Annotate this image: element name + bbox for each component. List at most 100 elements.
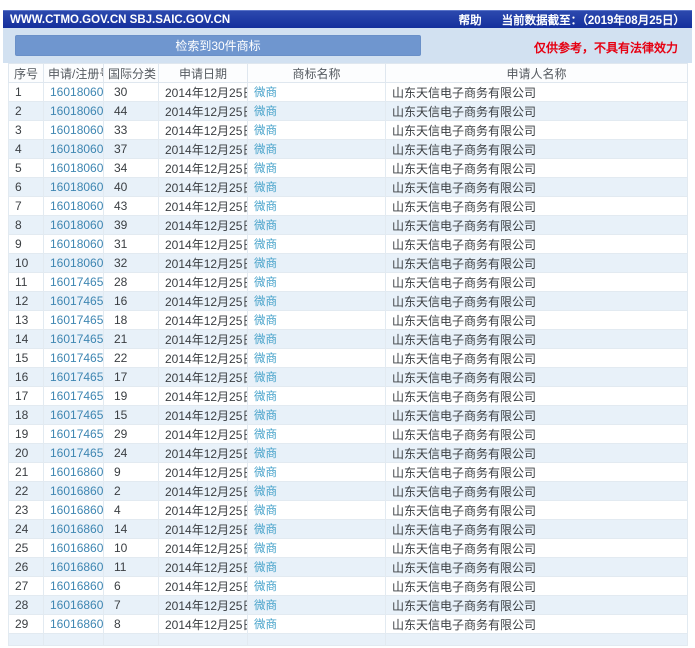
trademark-name-link[interactable]: 微商 (254, 144, 277, 156)
table-row: 8 16018060 39 2014年12月25日 微商 山东天信电子商务有限公… (9, 216, 688, 235)
reg-number-link[interactable]: 16018060 (50, 85, 103, 99)
cell-trademark: 微商 (248, 577, 386, 596)
cell-trademark: 微商 (248, 463, 386, 482)
cell-reg-number: 16018060 (44, 121, 104, 140)
trademark-name-link[interactable]: 微商 (254, 467, 277, 479)
reg-number-link[interactable]: 16017465 (50, 313, 103, 327)
cell-date: 2014年12月25日 (159, 520, 248, 539)
empty-cell (386, 634, 688, 646)
reg-number-link[interactable]: 16018060 (50, 180, 103, 194)
cell-trademark: 微商 (248, 349, 386, 368)
reg-number-link[interactable]: 16018060 (50, 161, 103, 175)
cell-reg-number: 16016860 (44, 463, 104, 482)
cell-trademark: 微商 (248, 197, 386, 216)
trademark-name-link[interactable]: 微商 (254, 448, 277, 460)
cell-intl-class: 16 (104, 292, 159, 311)
trademark-name-link[interactable]: 微商 (254, 581, 277, 593)
trademark-name-link[interactable]: 微商 (254, 125, 277, 137)
trademark-name-link[interactable]: 微商 (254, 106, 277, 118)
reg-number-link[interactable]: 16016860 (50, 579, 103, 593)
table-row: 15 16017465 22 2014年12月25日 微商 山东天信电子商务有限… (9, 349, 688, 368)
cell-reg-number: 16018060 (44, 178, 104, 197)
cell-intl-class: 15 (104, 406, 159, 425)
trademark-name-link[interactable]: 微商 (254, 315, 277, 327)
trademark-name-link[interactable]: 微商 (254, 220, 277, 232)
cell-index: 6 (9, 178, 44, 197)
reg-number-link[interactable]: 16016860 (50, 522, 103, 536)
reg-number-link[interactable]: 16018060 (50, 218, 103, 232)
trademark-name-link[interactable]: 微商 (254, 353, 277, 365)
cell-date: 2014年12月25日 (159, 539, 248, 558)
table-row: 25 16016860 10 2014年12月25日 微商 山东天信电子商务有限… (9, 539, 688, 558)
reg-number-link[interactable]: 16018060 (50, 123, 103, 137)
trademark-name-link[interactable]: 微商 (254, 600, 277, 612)
trademark-name-link[interactable]: 微商 (254, 163, 277, 175)
reg-number-link[interactable]: 16018060 (50, 256, 103, 270)
cell-intl-class: 2 (104, 482, 159, 501)
trademark-name-link[interactable]: 微商 (254, 372, 277, 384)
trademark-name-link[interactable]: 微商 (254, 182, 277, 194)
cell-reg-number: 16018060 (44, 83, 104, 102)
cell-applicant: 山东天信电子商务有限公司 (386, 292, 688, 311)
cell-trademark: 微商 (248, 330, 386, 349)
reg-number-link[interactable]: 16016860 (50, 617, 103, 631)
reg-number-link[interactable]: 16017465 (50, 351, 103, 365)
cell-date: 2014年12月25日 (159, 558, 248, 577)
reg-number-link[interactable]: 16017465 (50, 294, 103, 308)
trademark-name-link[interactable]: 微商 (254, 486, 277, 498)
cell-applicant: 山东天信电子商务有限公司 (386, 558, 688, 577)
cell-reg-number: 16016860 (44, 615, 104, 634)
help-link[interactable]: 帮助 (459, 12, 482, 28)
trademark-name-link[interactable]: 微商 (254, 334, 277, 346)
reg-number-link[interactable]: 16017465 (50, 370, 103, 384)
cell-index: 7 (9, 197, 44, 216)
cell-applicant: 山东天信电子商务有限公司 (386, 254, 688, 273)
reg-number-link[interactable]: 16016860 (50, 598, 103, 612)
cell-index: 2 (9, 102, 44, 121)
trademark-name-link[interactable]: 微商 (254, 277, 277, 289)
reg-number-link[interactable]: 16016860 (50, 503, 103, 517)
reg-number-link[interactable]: 16017465 (50, 446, 103, 460)
reg-number-link[interactable]: 16018060 (50, 199, 103, 213)
reg-number-link[interactable]: 16016860 (50, 484, 103, 498)
cell-applicant: 山东天信电子商务有限公司 (386, 159, 688, 178)
cell-index: 28 (9, 596, 44, 615)
trademark-name-link[interactable]: 微商 (254, 429, 277, 441)
trademark-name-link[interactable]: 微商 (254, 258, 277, 270)
top-bar-right: 帮助 当前数据截至：（2019年08月25日） (459, 12, 685, 28)
reg-number-link[interactable]: 16016860 (50, 541, 103, 555)
cell-date: 2014年12月25日 (159, 178, 248, 197)
reg-number-link[interactable]: 16017465 (50, 332, 103, 346)
reg-number-link[interactable]: 16016860 (50, 465, 103, 479)
cell-intl-class: 18 (104, 311, 159, 330)
reg-number-link[interactable]: 16017465 (50, 275, 103, 289)
trademark-name-link[interactable]: 微商 (254, 524, 277, 536)
reg-number-link[interactable]: 16018060 (50, 142, 103, 156)
cell-applicant: 山东天信电子商务有限公司 (386, 425, 688, 444)
trademark-name-link[interactable]: 微商 (254, 201, 277, 213)
trademark-name-link[interactable]: 微商 (254, 296, 277, 308)
trademark-name-link[interactable]: 微商 (254, 619, 277, 631)
trademark-name-link[interactable]: 微商 (254, 505, 277, 517)
col-header-applicant: 申请人名称 (386, 64, 688, 83)
reg-number-link[interactable]: 16017465 (50, 427, 103, 441)
cell-applicant: 山东天信电子商务有限公司 (386, 235, 688, 254)
trademark-name-link[interactable]: 微商 (254, 391, 277, 403)
cell-trademark: 微商 (248, 178, 386, 197)
cell-trademark: 微商 (248, 140, 386, 159)
reg-number-link[interactable]: 16017465 (50, 389, 103, 403)
site-title: WWW.CTMO.GOV.CN SBJ.SAIC.GOV.CN (10, 14, 230, 26)
cell-trademark: 微商 (248, 102, 386, 121)
trademark-name-link[interactable]: 微商 (254, 87, 277, 99)
result-count-button[interactable]: 检索到30件商标 (15, 35, 421, 56)
reg-number-link[interactable]: 16017465 (50, 408, 103, 422)
trademark-name-link[interactable]: 微商 (254, 562, 277, 574)
reg-number-link[interactable]: 16018060 (50, 237, 103, 251)
reg-number-link[interactable]: 16016860 (50, 560, 103, 574)
trademark-name-link[interactable]: 微商 (254, 239, 277, 251)
cell-trademark: 微商 (248, 615, 386, 634)
cell-trademark: 微商 (248, 596, 386, 615)
reg-number-link[interactable]: 16018060 (50, 104, 103, 118)
trademark-name-link[interactable]: 微商 (254, 543, 277, 555)
trademark-name-link[interactable]: 微商 (254, 410, 277, 422)
